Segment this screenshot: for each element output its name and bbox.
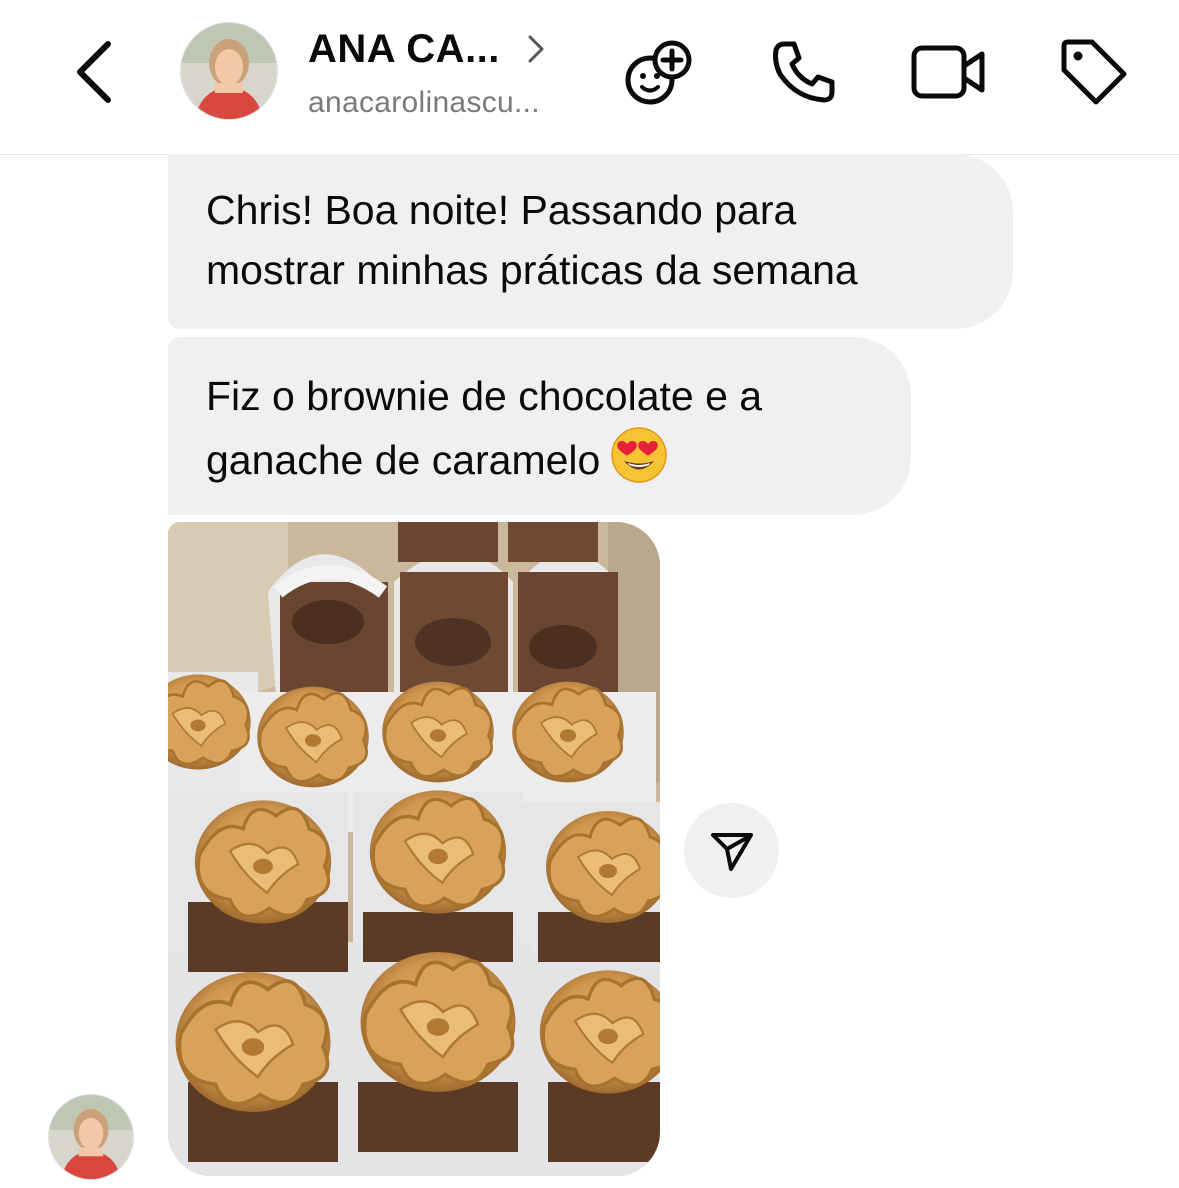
message-bubble[interactable]: Fiz o brownie de chocolate e a ganache d… (168, 337, 911, 515)
phone-icon (773, 41, 835, 103)
message-text-line: Fiz o brownie de chocolate e a (206, 373, 763, 419)
photo-message[interactable] (168, 522, 660, 1176)
add-friend-effects-icon (625, 40, 692, 105)
contact-avatar[interactable] (180, 22, 278, 120)
brownies-photo (168, 522, 660, 1176)
avatar-photo (49, 1095, 133, 1179)
message-text: ganache de caramelo (206, 437, 601, 483)
message-text-line: mostrar minhas práticas da semana (206, 247, 858, 293)
contact-username: anacarolinascu... (308, 86, 540, 119)
contact-name-row[interactable]: ANA CA... (308, 24, 546, 74)
call-button[interactable] (766, 36, 842, 108)
send-icon (710, 832, 753, 871)
avatar-photo (181, 23, 277, 119)
message-text-line: Chris! Boa noite! Passando para (206, 187, 797, 233)
back-button[interactable] (64, 36, 128, 108)
chevron-left-icon (77, 41, 111, 103)
video-camera-icon (911, 45, 985, 99)
tag-icon (1061, 39, 1127, 105)
tag-button[interactable] (1056, 36, 1132, 108)
heart-eyes-emoji (611, 427, 668, 483)
sender-avatar[interactable] (48, 1094, 134, 1180)
message-text-line: ganache de caramelo (206, 426, 873, 490)
chevron-right-icon (528, 35, 544, 63)
contact-name: ANA CA... (308, 26, 500, 71)
message-bubble[interactable]: Chris! Boa noite! Passando para mostrar … (168, 154, 1013, 329)
share-button[interactable] (684, 803, 779, 898)
add-friend-effects-button[interactable] (620, 36, 696, 108)
video-call-button[interactable] (910, 36, 986, 108)
chat-header: ANA CA... anacarolinascu... (0, 0, 1179, 155)
